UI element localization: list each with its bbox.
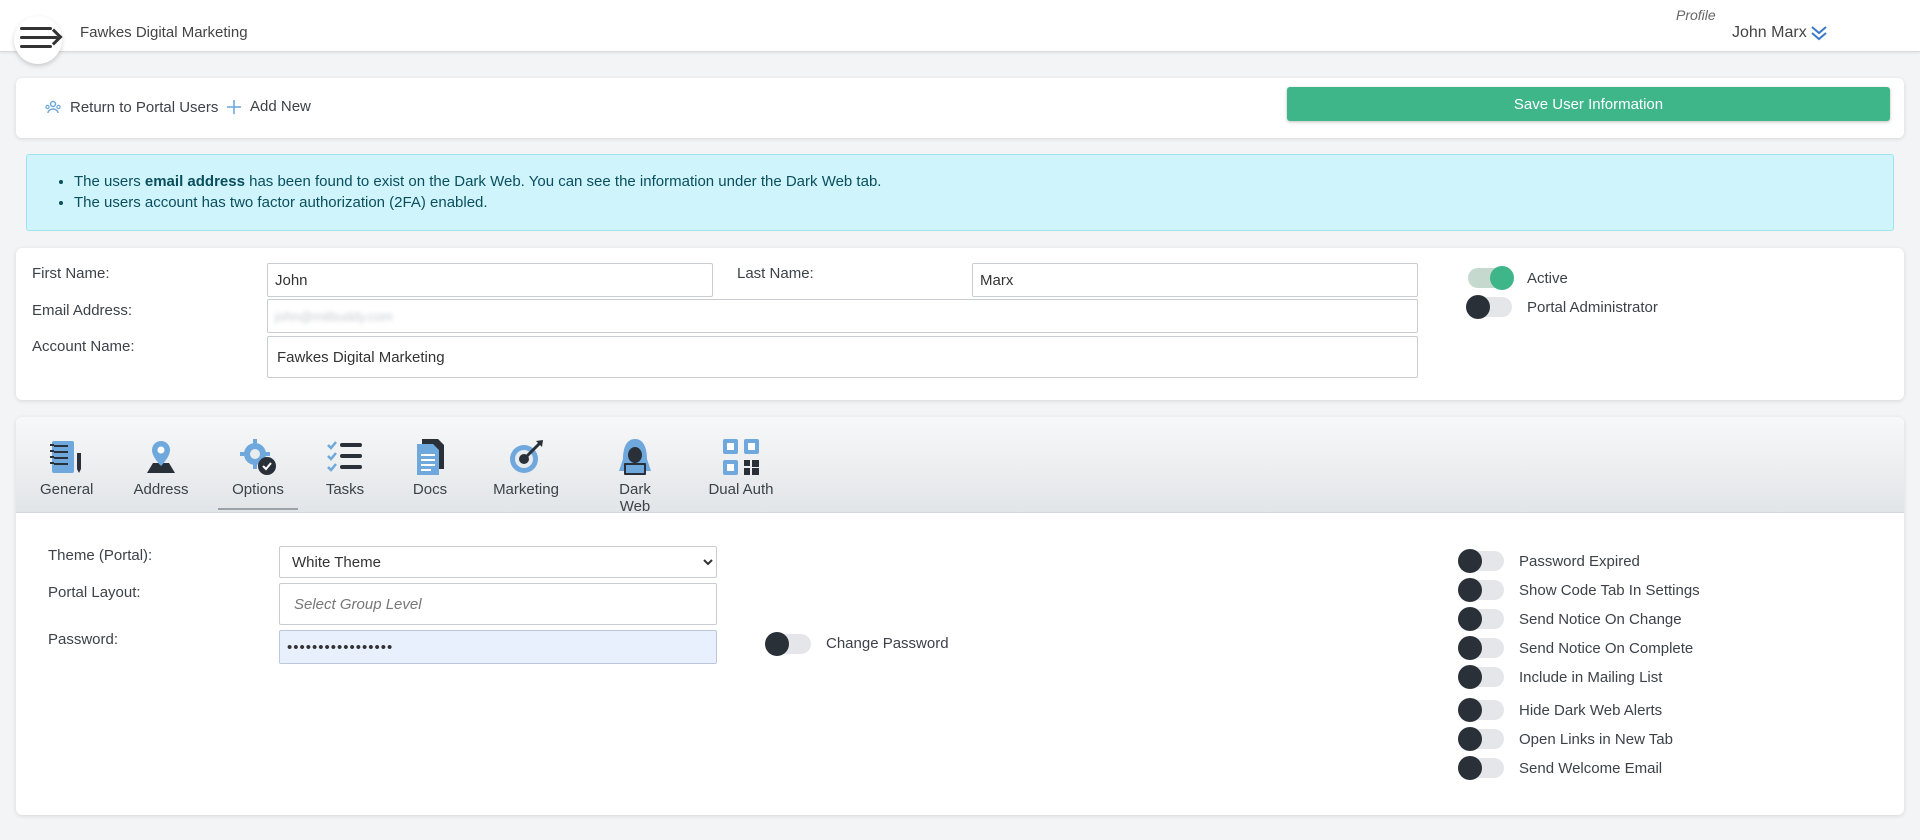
map-pin-icon bbox=[147, 441, 175, 473]
send-notice-on-change-label: Send Notice On Change bbox=[1519, 611, 1682, 628]
show-code-tab-toggle[interactable] bbox=[1458, 578, 1504, 602]
company-name: Fawkes Digital Marketing bbox=[80, 24, 248, 41]
tab-bar: General Address Options Tasks Docs Marke… bbox=[16, 417, 1904, 515]
plus-icon bbox=[227, 99, 241, 114]
password-input[interactable]: ••••••••••••••••• bbox=[279, 630, 717, 664]
portal-administrator-label: Portal Administrator bbox=[1527, 299, 1658, 316]
account-name-input[interactable]: Fawkes Digital Marketing bbox=[267, 336, 1418, 378]
user-tabs-panel: General Address Options Tasks Docs Marke… bbox=[16, 417, 1904, 815]
profile-image[interactable]: Profile bbox=[1676, 7, 1720, 27]
send-welcome-email-label: Send Welcome Email bbox=[1519, 760, 1663, 777]
tab-docs[interactable]: Docs bbox=[408, 437, 452, 498]
send-welcome-email-toggle[interactable] bbox=[1458, 756, 1504, 780]
send-notice-on-change-toggle[interactable] bbox=[1458, 607, 1504, 631]
hacker-icon bbox=[619, 439, 651, 475]
menu-icon bbox=[20, 27, 52, 30]
target-icon bbox=[510, 440, 543, 473]
gear-check-icon bbox=[240, 439, 276, 475]
portal-layout-select[interactable]: Select Group Level bbox=[279, 583, 717, 625]
tab-dual-auth[interactable]: Dual Auth bbox=[708, 437, 774, 498]
qr-code-icon bbox=[723, 439, 759, 475]
tab-options[interactable]: Options bbox=[218, 437, 298, 510]
show-code-tab-label: Show Code Tab In Settings bbox=[1519, 582, 1700, 599]
account-name-label: Account Name: bbox=[32, 338, 135, 355]
first-name-label: First Name: bbox=[32, 265, 110, 282]
user-name[interactable]: John Marx bbox=[1732, 24, 1807, 42]
email-address-input[interactable]: john@mitbuddy.com bbox=[267, 299, 1418, 333]
chevron-down-icon[interactable] bbox=[1810, 24, 1828, 42]
tab-general[interactable]: General bbox=[40, 437, 93, 498]
menu-toggle-button[interactable] bbox=[14, 16, 62, 64]
password-expired-toggle[interactable] bbox=[1458, 549, 1504, 573]
email-address-label: Email Address: bbox=[32, 302, 133, 319]
tab-address[interactable]: Address bbox=[132, 437, 190, 498]
hide-dark-web-alerts-toggle[interactable] bbox=[1458, 698, 1504, 722]
return-to-portal-users-link[interactable]: Return to Portal Users bbox=[44, 98, 218, 116]
portal-administrator-toggle[interactable] bbox=[1466, 295, 1512, 319]
user-toolbar: Return to Portal Users Add New Save User… bbox=[16, 78, 1904, 138]
last-name-label: Last Name: bbox=[737, 265, 814, 282]
send-notice-on-complete-toggle[interactable] bbox=[1458, 636, 1504, 660]
password-expired-label: Password Expired bbox=[1519, 553, 1640, 570]
two-factor-alert-item: The users account has two factor authori… bbox=[74, 192, 881, 213]
include-in-mailing-list-label: Include in Mailing List bbox=[1519, 669, 1663, 686]
documents-icon bbox=[417, 439, 444, 475]
users-icon bbox=[45, 100, 61, 114]
include-in-mailing-list-toggle[interactable] bbox=[1458, 665, 1504, 689]
change-password-label: Change Password bbox=[826, 635, 949, 652]
change-password-toggle[interactable] bbox=[765, 632, 811, 656]
top-bar: Fawkes Digital Marketing Profile John Ma… bbox=[0, 0, 1920, 64]
checklist-icon bbox=[327, 441, 362, 472]
first-name-input[interactable]: John bbox=[267, 263, 713, 297]
portal-layout-label: Portal Layout: bbox=[48, 584, 141, 601]
dark-web-alert-item: The users email address has been found t… bbox=[74, 171, 881, 192]
password-label: Password: bbox=[48, 631, 119, 648]
active-toggle[interactable] bbox=[1468, 266, 1514, 290]
tab-dark-web[interactable]: Dark Web bbox=[602, 437, 668, 515]
active-label: Active bbox=[1527, 270, 1568, 287]
notebook-icon bbox=[50, 441, 81, 473]
save-user-information-button[interactable]: Save User Information bbox=[1287, 87, 1890, 121]
send-notice-on-complete-label: Send Notice On Complete bbox=[1519, 640, 1694, 657]
theme-label: Theme (Portal): bbox=[48, 547, 153, 564]
theme-select[interactable]: White Theme bbox=[279, 546, 717, 578]
tab-tasks[interactable]: Tasks bbox=[322, 437, 368, 498]
open-links-in-new-tab-toggle[interactable] bbox=[1458, 727, 1504, 751]
last-name-input[interactable]: Marx bbox=[972, 263, 1418, 297]
user-info-card: First Name: John Last Name: Marx Email A… bbox=[16, 248, 1904, 400]
add-new-link[interactable]: Add New bbox=[226, 98, 311, 115]
open-links-in-new-tab-label: Open Links in New Tab bbox=[1519, 731, 1673, 748]
info-alert: The users email address has been found t… bbox=[26, 154, 1894, 231]
tab-marketing[interactable]: Marketing bbox=[492, 437, 560, 498]
hide-dark-web-alerts-label: Hide Dark Web Alerts bbox=[1519, 702, 1663, 719]
